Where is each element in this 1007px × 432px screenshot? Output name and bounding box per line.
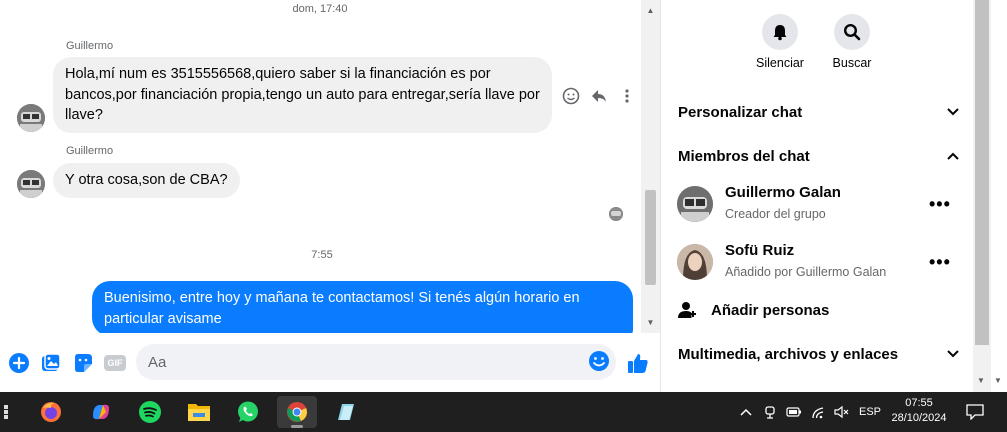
app-window: dom, 17:40 Guillermo Hola,mí num es 3515… <box>0 0 1007 432</box>
section-media-files-links[interactable]: Multimedia, archivos y enlaces <box>678 342 959 366</box>
clock-time: 07:55 <box>905 397 933 409</box>
section-title: Multimedia, archivos y enlaces <box>678 345 899 363</box>
reply-icon[interactable] <box>588 85 610 107</box>
plus-icon[interactable] <box>7 351 31 375</box>
section-title: Personalizar chat <box>678 103 803 121</box>
clock-date: 28/10/2024 <box>891 412 947 424</box>
message-input[interactable] <box>148 344 578 380</box>
chat-pane: dom, 17:40 Guillermo Hola,mí num es 3515… <box>0 0 660 392</box>
member-role: Añadido por Guillermo Galan <box>725 265 887 279</box>
chevron-up-icon <box>947 152 959 160</box>
add-person-icon <box>678 302 696 318</box>
timestamp-mid: 7:55 <box>311 249 333 261</box>
language-indicator[interactable]: ESP <box>856 392 884 432</box>
avatar[interactable] <box>17 170 45 198</box>
avatar <box>677 186 713 222</box>
taskview-icon[interactable] <box>0 396 26 428</box>
like-icon[interactable] <box>626 351 650 375</box>
avatar-image <box>17 170 45 198</box>
page-scrollbar[interactable]: ▼ ▼ <box>973 0 1007 392</box>
message-composer: GIF <box>0 333 660 392</box>
scroll-up-arrow-icon[interactable]: ▲ <box>645 6 656 16</box>
message-input-wrapper <box>136 344 616 380</box>
emoji-icon[interactable] <box>588 350 612 374</box>
read-receipt-avatar <box>609 207 623 221</box>
member-name: Guillermo Galan <box>725 184 841 201</box>
more-vertical-icon[interactable] <box>616 85 638 107</box>
wifi-icon[interactable] <box>808 392 830 432</box>
firefox-icon[interactable] <box>31 396 71 428</box>
chat-info-pane: Silenciar Buscar Personalizar chat Miemb… <box>661 0 973 392</box>
chevron-down-icon <box>947 350 959 358</box>
camera-mic-icon[interactable] <box>760 392 780 432</box>
section-chat-members[interactable]: Miembros del chat <box>678 144 959 168</box>
member-role: Creador del grupo <box>725 207 826 221</box>
outer-scrollbar-track[interactable] <box>991 0 1007 392</box>
scroll-down-arrow-icon[interactable]: ▼ <box>994 376 1002 385</box>
message-actions <box>560 85 638 107</box>
file-explorer-icon[interactable] <box>179 396 219 428</box>
scroll-down-arrow-icon[interactable]: ▼ <box>977 376 985 385</box>
chrome-icon[interactable] <box>277 396 317 428</box>
volume-muted-icon[interactable] <box>832 392 852 432</box>
active-indicator <box>291 425 303 428</box>
scrollbar-thumb[interactable] <box>645 190 656 285</box>
system-clock[interactable]: 07:55 28/10/2024 <box>884 396 954 426</box>
sticker-icon[interactable] <box>71 351 95 375</box>
add-people-label: Añadir personas <box>711 301 830 319</box>
search-button[interactable] <box>834 14 870 50</box>
scroll-down-arrow-icon[interactable]: ▼ <box>645 318 656 328</box>
message-bubble-incoming[interactable]: Y otra cosa,son de CBA? <box>53 163 240 198</box>
image-icon[interactable] <box>39 351 63 375</box>
gif-label: GIF <box>107 358 123 368</box>
avatar <box>677 244 713 280</box>
notifications-icon[interactable] <box>962 392 988 432</box>
sender-name: Guillermo <box>66 40 114 52</box>
chat-scrollbar[interactable]: ▲ ▼ <box>641 0 660 333</box>
member-row[interactable]: Guillermo Galan Creador del grupo ••• <box>677 182 960 232</box>
member-row[interactable]: Sofü Ruiz Añadido por Guillermo Galan ••… <box>677 240 960 290</box>
spotify-icon[interactable] <box>130 396 170 428</box>
copilot-icon[interactable] <box>81 396 121 428</box>
sender-name: Guillermo <box>66 145 114 157</box>
chevron-down-icon <box>947 108 959 116</box>
member-name: Sofü Ruiz <box>725 242 795 259</box>
gif-icon[interactable]: GIF <box>103 351 127 375</box>
more-options-icon[interactable]: ••• <box>929 252 951 273</box>
scrollbar-thumb[interactable] <box>975 0 989 345</box>
show-hidden-icons-chevron-icon[interactable] <box>736 392 756 432</box>
mute-button[interactable] <box>762 14 798 50</box>
message-bubble-outgoing[interactable]: Buenisimo, entre hoy y mañana te contact… <box>92 281 633 336</box>
more-options-icon[interactable]: ••• <box>929 194 951 215</box>
whatsapp-icon[interactable] <box>228 396 268 428</box>
bell-icon <box>773 25 787 41</box>
timestamp-top: dom, 17:40 <box>292 3 348 15</box>
battery-icon[interactable] <box>784 392 804 432</box>
windows-taskbar: ESP 07:55 28/10/2024 <box>0 392 1007 432</box>
avatar-image <box>17 104 45 132</box>
section-title: Miembros del chat <box>678 147 810 165</box>
avatar[interactable] <box>17 104 45 132</box>
mute-label: Silenciar <box>756 56 804 70</box>
search-icon <box>843 23 861 41</box>
add-people-button[interactable]: Añadir personas <box>677 298 829 322</box>
message-bubble-incoming[interactable]: Hola,mí num es 3515556568,quiero saber s… <box>53 57 552 133</box>
section-customize-chat[interactable]: Personalizar chat <box>678 100 959 124</box>
search-label: Buscar <box>832 56 872 70</box>
react-emoji-icon[interactable] <box>560 85 582 107</box>
notes-app-icon[interactable] <box>326 396 366 428</box>
